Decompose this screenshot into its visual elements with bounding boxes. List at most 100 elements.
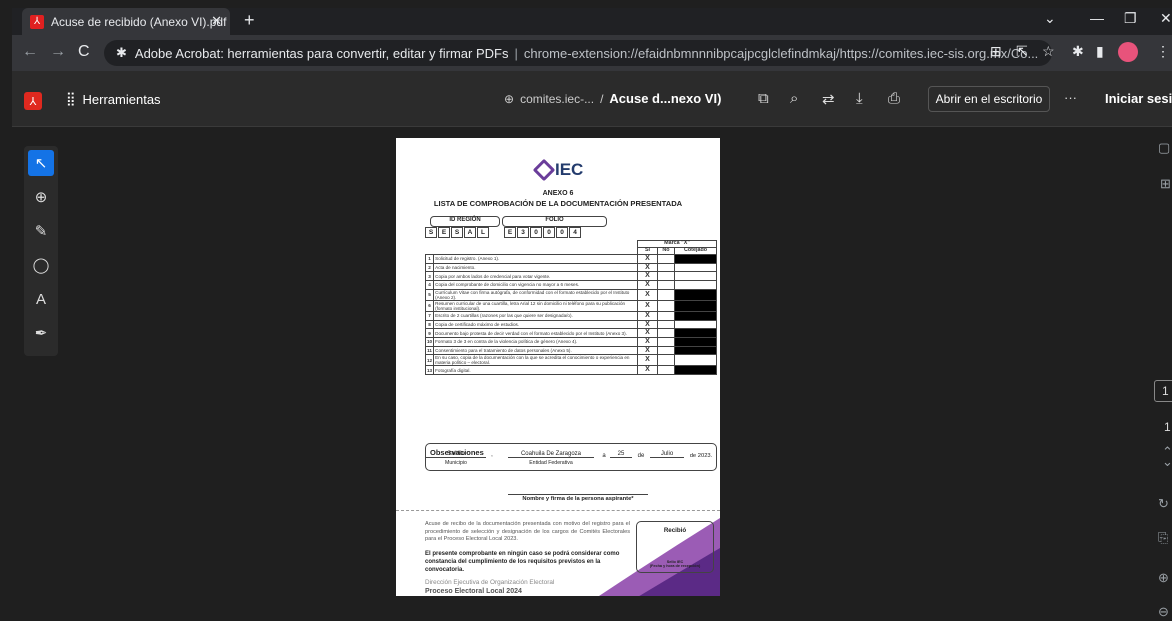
mark-cotejado <box>674 253 717 264</box>
minimize-icon[interactable]: — <box>1090 10 1104 26</box>
apps-grid-icon: ⣿ <box>66 91 75 106</box>
profile-avatar[interactable] <box>1118 42 1138 62</box>
export-icon[interactable]: ⎘ <box>1158 530 1168 546</box>
item-text: Formato 3 de 3 en contra de la violencia… <box>433 336 638 347</box>
mark-cotejado <box>674 336 717 347</box>
municipio-label: Municipio <box>445 460 467 466</box>
item-text: Currículum Vitae con firma autógrafa, de… <box>433 288 638 301</box>
download-icon[interactable]: ⤓ <box>856 90 863 107</box>
lasso-icon[interactable]: ◯ <box>28 252 54 278</box>
mark-cotejado <box>674 271 717 281</box>
checklist-table: Marca "X" Sí No Cotejado 1 Solicitud de r… <box>424 240 717 376</box>
zoom-out-icon[interactable]: ⊖ <box>1158 604 1169 620</box>
col-cotejado: Cotejado <box>674 246 717 255</box>
mark-si: X <box>637 299 658 312</box>
table-row: 9 Documento bajo protesta de decir verdad… <box>424 328 717 338</box>
stamp-subtitle: (Fecha y hora de recepción) <box>649 564 701 569</box>
browser-tab[interactable]: ⅄ Acuse de recibido (Anexo VI).pdf ✕ <box>22 8 230 35</box>
document-path: ⊕ comites.iec-... / Acuse d...nexo VI) <box>504 91 721 106</box>
close-tab-icon[interactable]: ✕ <box>211 13 222 29</box>
mark-no <box>657 319 675 330</box>
document-name[interactable]: Acuse d...nexo VI) <box>609 91 721 106</box>
tools-button[interactable]: ⣿ Herramientas <box>66 91 161 107</box>
item-number: 12 <box>424 354 435 367</box>
reload-icon[interactable]: C <box>78 43 90 61</box>
thumbnails-icon[interactable]: ⊞ <box>1160 176 1171 192</box>
search-icon[interactable]: ⌕ <box>790 90 798 107</box>
globe-icon: ⊕ <box>504 91 515 106</box>
mark-si: X <box>637 253 658 264</box>
table-row: 6 Resumen curricular de una cuartilla, le… <box>424 299 717 312</box>
item-text: Copia por ambos lados de credencial para… <box>433 271 638 281</box>
open-desktop-button[interactable]: Abrir en el escritorio <box>928 86 1050 112</box>
translate-icon[interactable]: ⊞ <box>990 43 1002 60</box>
col-si: Sí <box>637 246 658 255</box>
side-panel-icon[interactable]: ▮ <box>1096 43 1104 60</box>
item-text: Documento bajo protesta de decir verdad … <box>433 328 638 338</box>
mark-si: X <box>637 262 658 273</box>
state-value: Coahuila De Zaragoza <box>508 451 594 458</box>
chrome-menu-icon[interactable]: ⋮ <box>1156 43 1170 60</box>
folio-label: FOLIO <box>545 217 564 223</box>
item-number: 9 <box>424 328 435 338</box>
mark-si: X <box>637 336 658 347</box>
comma-text: , <box>491 452 493 458</box>
item-text: Consentimiento para el tratamiento de da… <box>433 345 638 356</box>
region-cell: S <box>425 227 437 238</box>
select-cursor-icon[interactable]: ↖ <box>28 150 54 176</box>
stamp-label: Sello IEC (Fecha y hora de recepción) <box>637 560 713 569</box>
print-icon[interactable]: ⎙ <box>888 90 900 107</box>
mark-no <box>657 299 675 312</box>
more-options-icon[interactable]: ··· <box>1064 90 1077 105</box>
bookmark-star-icon[interactable]: ☆ <box>1042 43 1055 60</box>
forward-icon[interactable]: → <box>50 43 66 61</box>
folio-cell: E <box>504 227 516 238</box>
item-number: 13 <box>424 365 435 376</box>
text-box-icon[interactable]: A <box>28 286 54 312</box>
region-cells: SESAL <box>425 227 489 238</box>
extensions-puzzle-icon[interactable]: ✱ <box>1072 43 1084 60</box>
item-text: Copia de certificado máximo de estudios. <box>433 319 638 330</box>
sign-in-button[interactable]: Iniciar sesión <box>1105 91 1172 106</box>
mark-si: X <box>637 271 658 281</box>
tab-search-icon[interactable]: ⌄ <box>1044 10 1056 27</box>
convert-icon[interactable]: ⇄ <box>822 90 835 108</box>
restore-icon[interactable]: ❐ <box>1124 10 1137 27</box>
item-number: 2 <box>424 262 435 273</box>
iec-logo-mark <box>532 158 556 182</box>
new-tab-icon[interactable]: + <box>244 10 255 31</box>
add-comment-icon[interactable]: ⊕ <box>28 184 54 210</box>
tab-strip: ⅄ Acuse de recibido (Anexo VI).pdf ✕ + ⌄… <box>12 8 1172 35</box>
share-icon[interactable]: ⇱ <box>1016 43 1028 60</box>
page-view-icon[interactable]: ⧉ <box>758 90 769 107</box>
mark-si: X <box>637 288 658 301</box>
address-bar[interactable]: ✱ Adobe Acrobat: herramientas para conve… <box>104 40 1052 66</box>
document-title: LISTA DE COMPROBACIÓN DE LA DOCUMENTACIÓ… <box>433 199 683 208</box>
signature-icon[interactable]: ✒ <box>28 320 54 346</box>
comment-panel-icon[interactable]: ▢ <box>1158 140 1170 156</box>
table-row: 12 En su caso, copia de la documentación … <box>424 354 717 367</box>
acrobat-header: ⅄ ⣿ Herramientas ⊕ comites.iec-... / Acu… <box>12 71 1172 127</box>
acrobat-logo-icon[interactable]: ⅄ <box>24 92 42 110</box>
mark-no <box>657 310 675 321</box>
mark-cotejado <box>674 310 717 321</box>
close-window-icon[interactable]: ✕ <box>1160 10 1172 27</box>
receipt-text: Acuse de recibo de la documentación pres… <box>425 521 630 543</box>
annex-label: ANEXO 6 <box>542 190 574 197</box>
pen-icon[interactable]: ✎ <box>28 218 54 244</box>
omnibox-separator: | <box>514 45 518 61</box>
app-window: ⅄ Acuse de recibido (Anexo VI).pdf ✕ + ⌄… <box>0 0 1172 621</box>
rotate-icon[interactable]: ↻ <box>1158 496 1169 512</box>
page-number-input[interactable]: 1 <box>1154 380 1172 402</box>
blank-header-2 <box>425 247 638 255</box>
region-cell: E <box>438 227 450 238</box>
col-no: No <box>657 246 675 255</box>
mark-no <box>657 253 675 264</box>
zoom-in-icon[interactable]: ⊕ <box>1158 570 1169 586</box>
next-page-icon[interactable]: ⌄ <box>1162 454 1172 470</box>
mark-si: X <box>637 345 658 356</box>
month-value: Julio <box>650 451 684 458</box>
back-icon[interactable]: ← <box>22 43 38 61</box>
mark-cotejado <box>674 288 717 301</box>
pdf-page: IEC ANEXO 6 LISTA DE COMPROBACIÓN DE LA … <box>396 138 720 596</box>
